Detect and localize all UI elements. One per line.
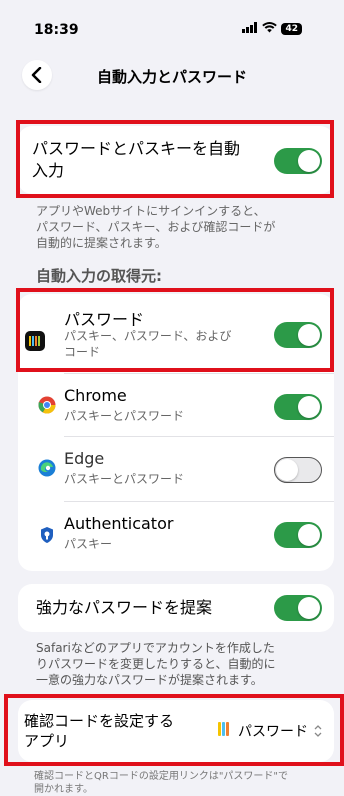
chevron-updown-icon xyxy=(314,722,322,741)
sources-card: パスワード パスキー、パスワード、および コード Chrome パスキーとパスワ… xyxy=(18,294,334,571)
passwords-app-icon xyxy=(25,331,45,351)
autofill-label: パスワードとパスキーを自動 入力 xyxy=(32,138,240,182)
strong-desc-line: りパスワードを変更したりすると、自動的に xyxy=(36,657,276,671)
source-name: Chrome xyxy=(64,386,127,405)
autofill-description: アプリやWebサイトにサインインすると、 パスワード、パスキー、および確認コード… xyxy=(36,203,275,251)
passwords-toggle[interactable] xyxy=(274,322,322,348)
strong-password-description: Safariなどのアプリでアカウントを作成した りパスワードを変更したりすると、… xyxy=(36,640,276,688)
strong-password-card: 強力なパスワードを提案 xyxy=(18,584,334,632)
source-sub: パスキー xyxy=(64,537,113,551)
page-title: 自動入力とパスワード xyxy=(96,68,247,86)
autofill-toggle[interactable] xyxy=(274,148,322,174)
source-sub-line: コード xyxy=(64,345,101,359)
verification-footer-line: 開かれます。 xyxy=(34,784,93,795)
authenticator-icon xyxy=(38,526,56,544)
status-time: 18:39 xyxy=(34,22,79,38)
passwords-app-icon xyxy=(216,721,232,741)
source-row-authenticator[interactable]: Authenticator パスキー xyxy=(18,502,334,570)
source-row-chrome[interactable]: Chrome パスキーとパスワード xyxy=(18,374,334,436)
verification-label-line: 確認コードを設定する xyxy=(24,712,175,730)
chrome-toggle[interactable] xyxy=(274,394,322,420)
source-sub-line: パスキー、パスワード、および xyxy=(64,329,232,343)
verification-label: 確認コードを設定する アプリ xyxy=(24,711,174,751)
source-sub: パスキーとパスワード xyxy=(64,472,185,486)
source-name: パスワード xyxy=(64,310,145,329)
edge-icon xyxy=(38,459,56,477)
autofill-desc-line: 自動的に提案されます。 xyxy=(36,236,167,250)
source-sub: パスキーとパスワード xyxy=(64,409,185,423)
wifi-icon xyxy=(262,22,278,36)
autofill-desc-line: パスワード、パスキー、および確認コードが xyxy=(36,220,276,234)
source-name: Edge xyxy=(64,449,105,468)
strong-password-toggle[interactable] xyxy=(274,595,322,621)
verification-footer: 確認コードとQRコードの設定用リンクは"パスワード"で 開かれます。 xyxy=(34,770,288,796)
status-icons: 42 xyxy=(242,22,302,36)
verification-footer-line: 確認コードとQRコードの設定用リンクは"パスワード"で xyxy=(34,771,289,782)
autofill-label-line1: パスワードとパスキーを自動 xyxy=(32,139,241,158)
battery-icon: 42 xyxy=(281,23,302,35)
source-row-edge[interactable]: Edge パスキーとパスワード xyxy=(18,437,334,501)
autofill-card: パスワードとパスキーを自動 入力 xyxy=(18,126,334,194)
signal-icon xyxy=(242,22,258,36)
source-name: Authenticator xyxy=(64,514,174,533)
verification-app-selector[interactable]: パスワード xyxy=(216,721,322,741)
source-row-passwords[interactable]: パスワード パスキー、パスワード、および コード xyxy=(18,294,334,372)
strong-desc-line: 一意の強力なパスワードが提案されます。 xyxy=(36,673,263,687)
section-title: 自動入力の取得元: xyxy=(36,267,162,285)
chrome-icon xyxy=(38,396,56,414)
edge-toggle[interactable] xyxy=(274,457,322,483)
verification-card[interactable]: 確認コードを設定する アプリ パスワード xyxy=(18,700,334,762)
strong-desc-line: Safariなどのアプリでアカウントを作成した xyxy=(36,641,275,655)
source-sub: パスキー、パスワード、および コード xyxy=(64,328,231,360)
strong-password-label: 強力なパスワードを提案 xyxy=(36,598,213,617)
verification-label-line: アプリ xyxy=(24,732,70,750)
verification-value: パスワード xyxy=(238,724,308,740)
authenticator-toggle[interactable] xyxy=(274,522,322,548)
autofill-label-line2: 入力 xyxy=(32,161,65,180)
autofill-desc-line: アプリやWebサイトにサインインすると、 xyxy=(36,204,266,218)
